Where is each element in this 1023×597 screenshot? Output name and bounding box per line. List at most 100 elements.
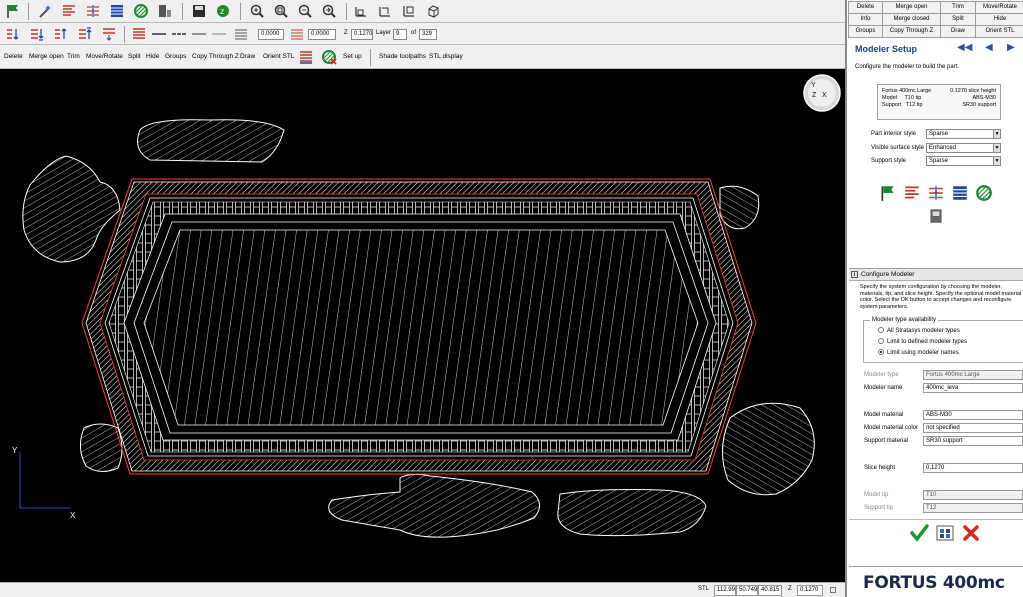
trim-curves-icon[interactable]: [84, 2, 102, 20]
cmd-copy-through-z[interactable]: Copy Through Z: [883, 26, 941, 38]
modeler-name-field[interactable]: 400mc_leva: [923, 383, 1023, 393]
offset1-icon[interactable]: [232, 25, 250, 43]
configure-description: Specify the system configuration by choo…: [860, 284, 1022, 310]
status-z-value: 0.1270: [797, 585, 823, 596]
modeler-type-field: Fortus 400mc Large: [923, 370, 1023, 380]
bottom-layer-icon[interactable]: [28, 25, 46, 43]
slice-lines-icon[interactable]: [60, 2, 78, 20]
draw-button[interactable]: Draw: [240, 53, 255, 60]
shade-toolpaths-button[interactable]: Shade toolpaths: [379, 53, 426, 60]
model-tip-label: Model tip: [864, 492, 889, 498]
slice-height-field[interactable]: 0.1270: [923, 463, 1023, 473]
cancel-x-icon[interactable]: [961, 523, 981, 543]
view-side-icon[interactable]: [376, 2, 394, 20]
radio-modeler-names[interactable]: Limit using modeler names: [878, 349, 959, 356]
line-weight-icon[interactable]: [190, 25, 208, 43]
save-icon[interactable]: [190, 2, 208, 20]
modeler-icon[interactable]: [927, 207, 945, 225]
cmd-orient-stl[interactable]: Orient STL: [976, 26, 1023, 38]
set-up-button[interactable]: Set up: [343, 53, 362, 60]
toolpath-viewport[interactable]: Y X Y Z X: [0, 69, 845, 582]
hide-button[interactable]: Hide: [146, 53, 159, 60]
copy-through-z-button[interactable]: Copy Through Z: [192, 53, 239, 60]
raster-fill-small-icon[interactable]: [297, 48, 315, 66]
main-toolbar: z: [0, 0, 845, 23]
cmd-info[interactable]: Info: [849, 14, 883, 26]
flag-icon[interactable]: [879, 184, 897, 202]
layer-toolbar: 0.0000 0.0000 Z 0.1270 Layer 9 of 329: [0, 23, 845, 45]
setup-icon[interactable]: [320, 48, 338, 66]
chevron-down-icon: ▼: [993, 157, 1000, 165]
line-style-dashed-icon[interactable]: [170, 25, 188, 43]
layer-field[interactable]: 9: [393, 29, 407, 40]
flag-icon[interactable]: [4, 2, 22, 20]
radio-defined-types[interactable]: Limit to defined modeler types: [878, 338, 967, 345]
top-layer-icon[interactable]: [76, 25, 94, 43]
rewind-icon[interactable]: ◀◀: [957, 42, 972, 53]
summary-line3-left: Support T12 tip: [882, 102, 923, 108]
brand-model: 400mc: [942, 573, 1005, 593]
configure-settings-icon[interactable]: [935, 523, 955, 543]
delete-button[interactable]: Delete: [4, 53, 23, 60]
layer-down-icon[interactable]: [100, 25, 118, 43]
move-rotate-button[interactable]: Move/Rotate: [86, 53, 123, 60]
forward-icon[interactable]: ▶: [1007, 42, 1015, 53]
summary-line1-left: Fortus 400mc Large: [882, 88, 932, 94]
wand-icon[interactable]: [36, 2, 54, 20]
z-level-icon[interactable]: z: [214, 2, 232, 20]
split-button[interactable]: Split: [128, 53, 141, 60]
part-interior-select[interactable]: Sparse ▼: [926, 129, 1001, 139]
support-material-field[interactable]: SR30 support: [923, 436, 1023, 446]
radio-all-types[interactable]: All Stratasys modeler types: [878, 327, 960, 334]
line-weight-thin-icon[interactable]: [210, 25, 228, 43]
cmd-draw[interactable]: Draw: [941, 26, 976, 38]
zoom-in-icon[interactable]: [248, 2, 266, 20]
cmd-split[interactable]: Split: [941, 14, 976, 26]
raster-fill-icon[interactable]: [951, 184, 969, 202]
offset2-icon[interactable]: [288, 25, 306, 43]
view-front-icon[interactable]: [352, 2, 370, 20]
line-style-icon[interactable]: [150, 25, 168, 43]
trim-curves-icon[interactable]: [927, 184, 945, 202]
visible-surface-select[interactable]: Enhanced ▼: [926, 143, 1001, 153]
cmd-trim[interactable]: Trim: [941, 2, 976, 14]
previous-layer-icon[interactable]: [4, 25, 22, 43]
offset2-field[interactable]: 0.0000: [308, 29, 336, 40]
cmd-merge-open[interactable]: Merge open: [883, 2, 941, 14]
view-orientation-gizmo[interactable]: Y Z X: [803, 74, 841, 112]
chevron-down-icon: ▼: [993, 130, 1000, 138]
trim-button[interactable]: Trim: [67, 53, 80, 60]
brand-name: FORTUS: [863, 573, 938, 593]
cmd-hide[interactable]: Hide: [976, 14, 1023, 26]
orient-stl-button[interactable]: Orient STL: [263, 53, 294, 60]
support-style-select[interactable]: Sparse ▼: [926, 156, 1001, 166]
cmd-groups[interactable]: Groups: [849, 26, 883, 38]
zoom-out-icon[interactable]: [296, 2, 314, 20]
modeler-icon[interactable]: [156, 2, 174, 20]
cmd-move-rotate[interactable]: Move/Rotate: [976, 2, 1023, 14]
zoom-fit-icon[interactable]: [272, 2, 290, 20]
support-island: [721, 402, 815, 496]
next-layer-icon[interactable]: [52, 25, 70, 43]
cmd-delete[interactable]: Delete: [849, 2, 883, 14]
model-color-field[interactable]: not specified: [923, 423, 1023, 433]
ok-check-icon[interactable]: [909, 523, 929, 543]
zoom-previous-icon[interactable]: [320, 2, 338, 20]
curve-list-icon[interactable]: [130, 25, 148, 43]
chevron-down-icon: ▼: [993, 144, 1000, 152]
contour-icon[interactable]: [975, 184, 993, 202]
raster-fill-icon[interactable]: [108, 2, 126, 20]
groups-button[interactable]: Groups: [165, 53, 186, 60]
view-top-icon[interactable]: [400, 2, 418, 20]
cmd-merge-closed[interactable]: Merge closed: [883, 14, 941, 26]
stl-display-button[interactable]: STL display: [429, 53, 463, 60]
merge-open-button[interactable]: Merge open: [29, 53, 64, 60]
back-icon[interactable]: ◀: [985, 42, 993, 53]
slice-lines-icon[interactable]: [903, 184, 921, 202]
view-iso-icon[interactable]: [424, 2, 442, 20]
contour-icon[interactable]: [132, 2, 150, 20]
fortus-logo: FORTUS 400mc: [849, 566, 1023, 597]
model-material-field[interactable]: ABS-M30: [923, 410, 1023, 420]
z-value-field[interactable]: 0.1270: [351, 29, 373, 40]
offset1-field[interactable]: 0.0000: [258, 29, 284, 40]
